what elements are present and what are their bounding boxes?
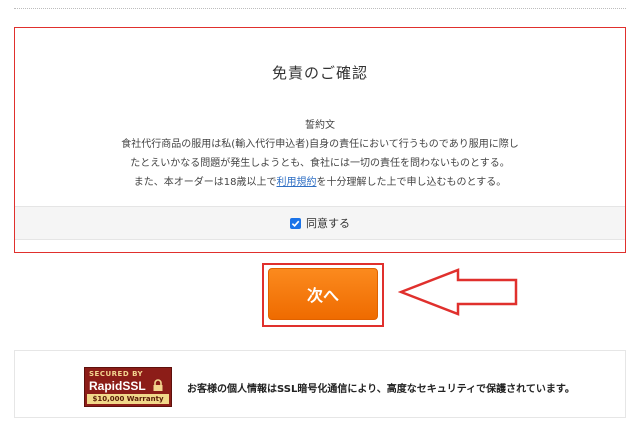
agree-row[interactable]: 同意する: [15, 206, 625, 240]
disclaimer-panel: 免責のご確認 誓約文 食社代行商品の服用は私(輸入代行申込者)自身の責任において…: [14, 27, 626, 253]
pledge-line-3: また、本オーダーは18歳以上で利用規約を十分理解した上で申し込むものとする。: [15, 173, 625, 192]
pledge-line-2: たとえいかなる問題が発生しようとも、食社には一切の責任を問わないものとする。: [130, 158, 510, 169]
seal-secured-text: SECURED BY: [89, 370, 144, 378]
pledge-line-3-prefix: また、本オーダーは18歳以上で: [133, 177, 277, 188]
agree-label: 同意する: [306, 217, 350, 230]
agree-checkbox[interactable]: [290, 217, 301, 229]
ssl-notice-panel: SECURED BY RapidSSL $10,000 Warranty お客様…: [14, 350, 626, 418]
rapidssl-seal[interactable]: SECURED BY RapidSSL $10,000 Warranty: [84, 367, 172, 407]
pledge-line-3-suffix: を十分理解した上で申し込むものとする。: [316, 177, 507, 188]
pledge-line-1: 食社代行商品の服用は私(輸入代行申込者)自身の責任において行うものであり服用に際…: [121, 139, 519, 150]
seal-brand-text: RapidSSL: [89, 379, 146, 393]
pledge-text: 誓約文 食社代行商品の服用は私(輸入代行申込者)自身の責任において行うものであり…: [15, 116, 625, 192]
ssl-notice-text: お客様の個人情報はSSL暗号化通信により、高度なセキュリティで保護されています。: [187, 384, 575, 395]
next-button[interactable]: 次へ: [268, 268, 378, 320]
pledge-heading: 誓約文: [305, 120, 335, 131]
left-arrow-icon: [398, 268, 518, 316]
lock-icon: [153, 379, 163, 391]
checkmark-icon: [291, 220, 300, 227]
seal-warranty: $10,000 Warranty: [87, 394, 169, 404]
terms-link[interactable]: 利用規約: [277, 177, 317, 188]
top-divider: [14, 8, 626, 9]
disclaimer-title: 免責のご確認: [271, 64, 368, 82]
